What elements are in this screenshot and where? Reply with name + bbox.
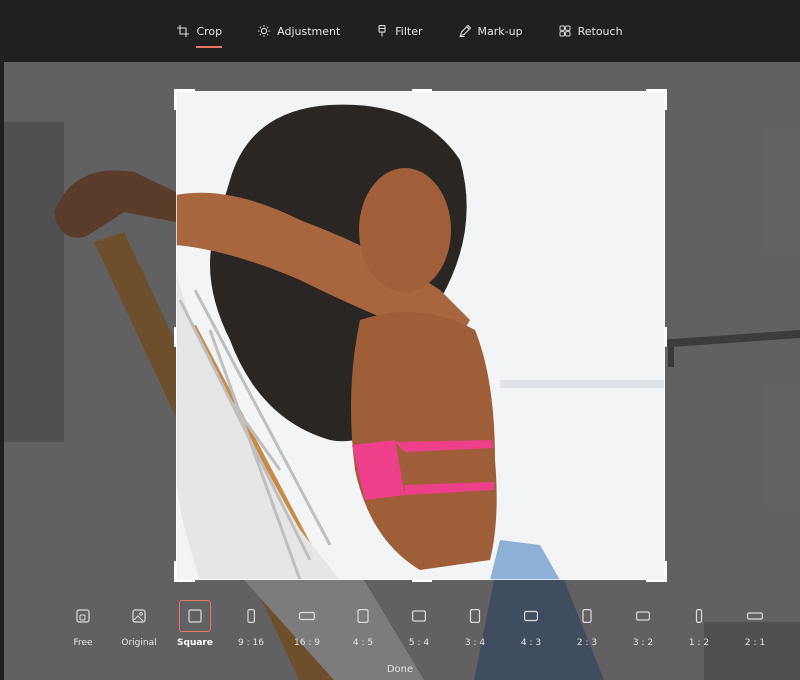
tab-crop[interactable]: Crop [177,16,223,48]
ratio-square[interactable]: Square [166,600,224,652]
landscape-3-2-icon [636,611,650,621]
ratio-4-3[interactable]: 4 : 3 [502,600,560,652]
ratio-free[interactable]: Free [54,600,112,652]
ratio-1-2[interactable]: 1 : 2 [670,600,728,652]
portrait-1-2-icon [695,609,703,623]
ratio-3-4[interactable]: 3 : 4 [446,600,504,652]
crop-handle-bottom[interactable] [412,579,432,582]
ratio-label: Original [121,638,157,648]
crop-handle-left[interactable] [174,327,177,347]
editor-toolbar: Crop Adjustment Filter Mark-up Retouch [0,0,800,63]
ratio-label: 3 : 4 [464,638,486,648]
crop-icon [177,25,190,37]
ratio-label: 2 : 1 [744,638,766,648]
portrait-2-3-icon [582,609,592,623]
portrait-4-5-icon [357,609,369,623]
ratio-9-16[interactable]: 9 : 16 [222,600,280,652]
crop-handle-top-right[interactable] [646,89,667,110]
brightness-icon [258,25,271,37]
active-tab-indicator [196,46,223,48]
aspect-ratio-bar: Free Original Square 9 : 16 16 : 9 4 : 5… [0,600,800,652]
tab-adjustment-label: Adjustment [277,24,341,38]
ratio-label: 1 : 2 [688,638,710,648]
portrait-9-16-icon [247,609,255,623]
tab-mark-up[interactable]: Mark-up [459,16,523,46]
ratio-2-1[interactable]: 2 : 1 [726,600,784,652]
portrait-3-4-icon [469,609,481,623]
landscape-16-9-icon [299,611,315,621]
tab-retouch[interactable]: Retouch [559,16,623,46]
crop-handle-bottom-left[interactable] [174,561,195,582]
crop-handle-top-left[interactable] [174,89,195,110]
tab-mark-up-label: Mark-up [477,24,523,38]
crop-frame[interactable] [174,89,667,582]
filter-icon [378,25,386,37]
tab-adjustment[interactable]: Adjustment [258,16,340,46]
image-icon [132,609,146,623]
ratio-label: 3 : 2 [632,638,654,648]
ratio-label: Free [73,638,93,648]
retouch-icon [559,25,571,37]
ratio-5-4[interactable]: 5 : 4 [390,600,448,652]
ratio-label: 2 : 3 [576,638,598,648]
free-crop-icon [76,609,90,623]
ratio-4-5[interactable]: 4 : 5 [334,600,392,652]
ratio-2-3[interactable]: 2 : 3 [558,600,616,652]
landscape-2-1-icon [747,612,763,620]
ratio-3-2[interactable]: 3 : 2 [614,600,672,652]
landscape-5-4-icon [412,610,426,622]
ratio-label: Square [177,638,213,648]
tab-crop-label: Crop [196,24,223,38]
ratio-label: 9 : 16 [238,638,264,648]
ratio-label: 16 : 9 [294,638,320,648]
tab-retouch-label: Retouch [577,24,623,38]
crop-handle-bottom-right[interactable] [646,561,667,582]
ratio-original[interactable]: Original [110,600,168,652]
ratio-label: 4 : 3 [520,638,542,648]
pen-icon [459,25,471,37]
crop-handle-right[interactable] [664,327,667,347]
image-canvas[interactable] [4,62,800,680]
tab-filter[interactable]: Filter [376,16,423,46]
ratio-label: 4 : 5 [352,638,374,648]
done-button[interactable]: Done [380,664,420,675]
square-icon [188,609,202,623]
ratio-label: 5 : 4 [408,638,430,648]
landscape-4-3-icon [524,610,538,622]
ratio-16-9[interactable]: 16 : 9 [278,600,336,652]
tab-filter-label: Filter [395,24,423,38]
crop-handle-top[interactable] [412,89,432,92]
